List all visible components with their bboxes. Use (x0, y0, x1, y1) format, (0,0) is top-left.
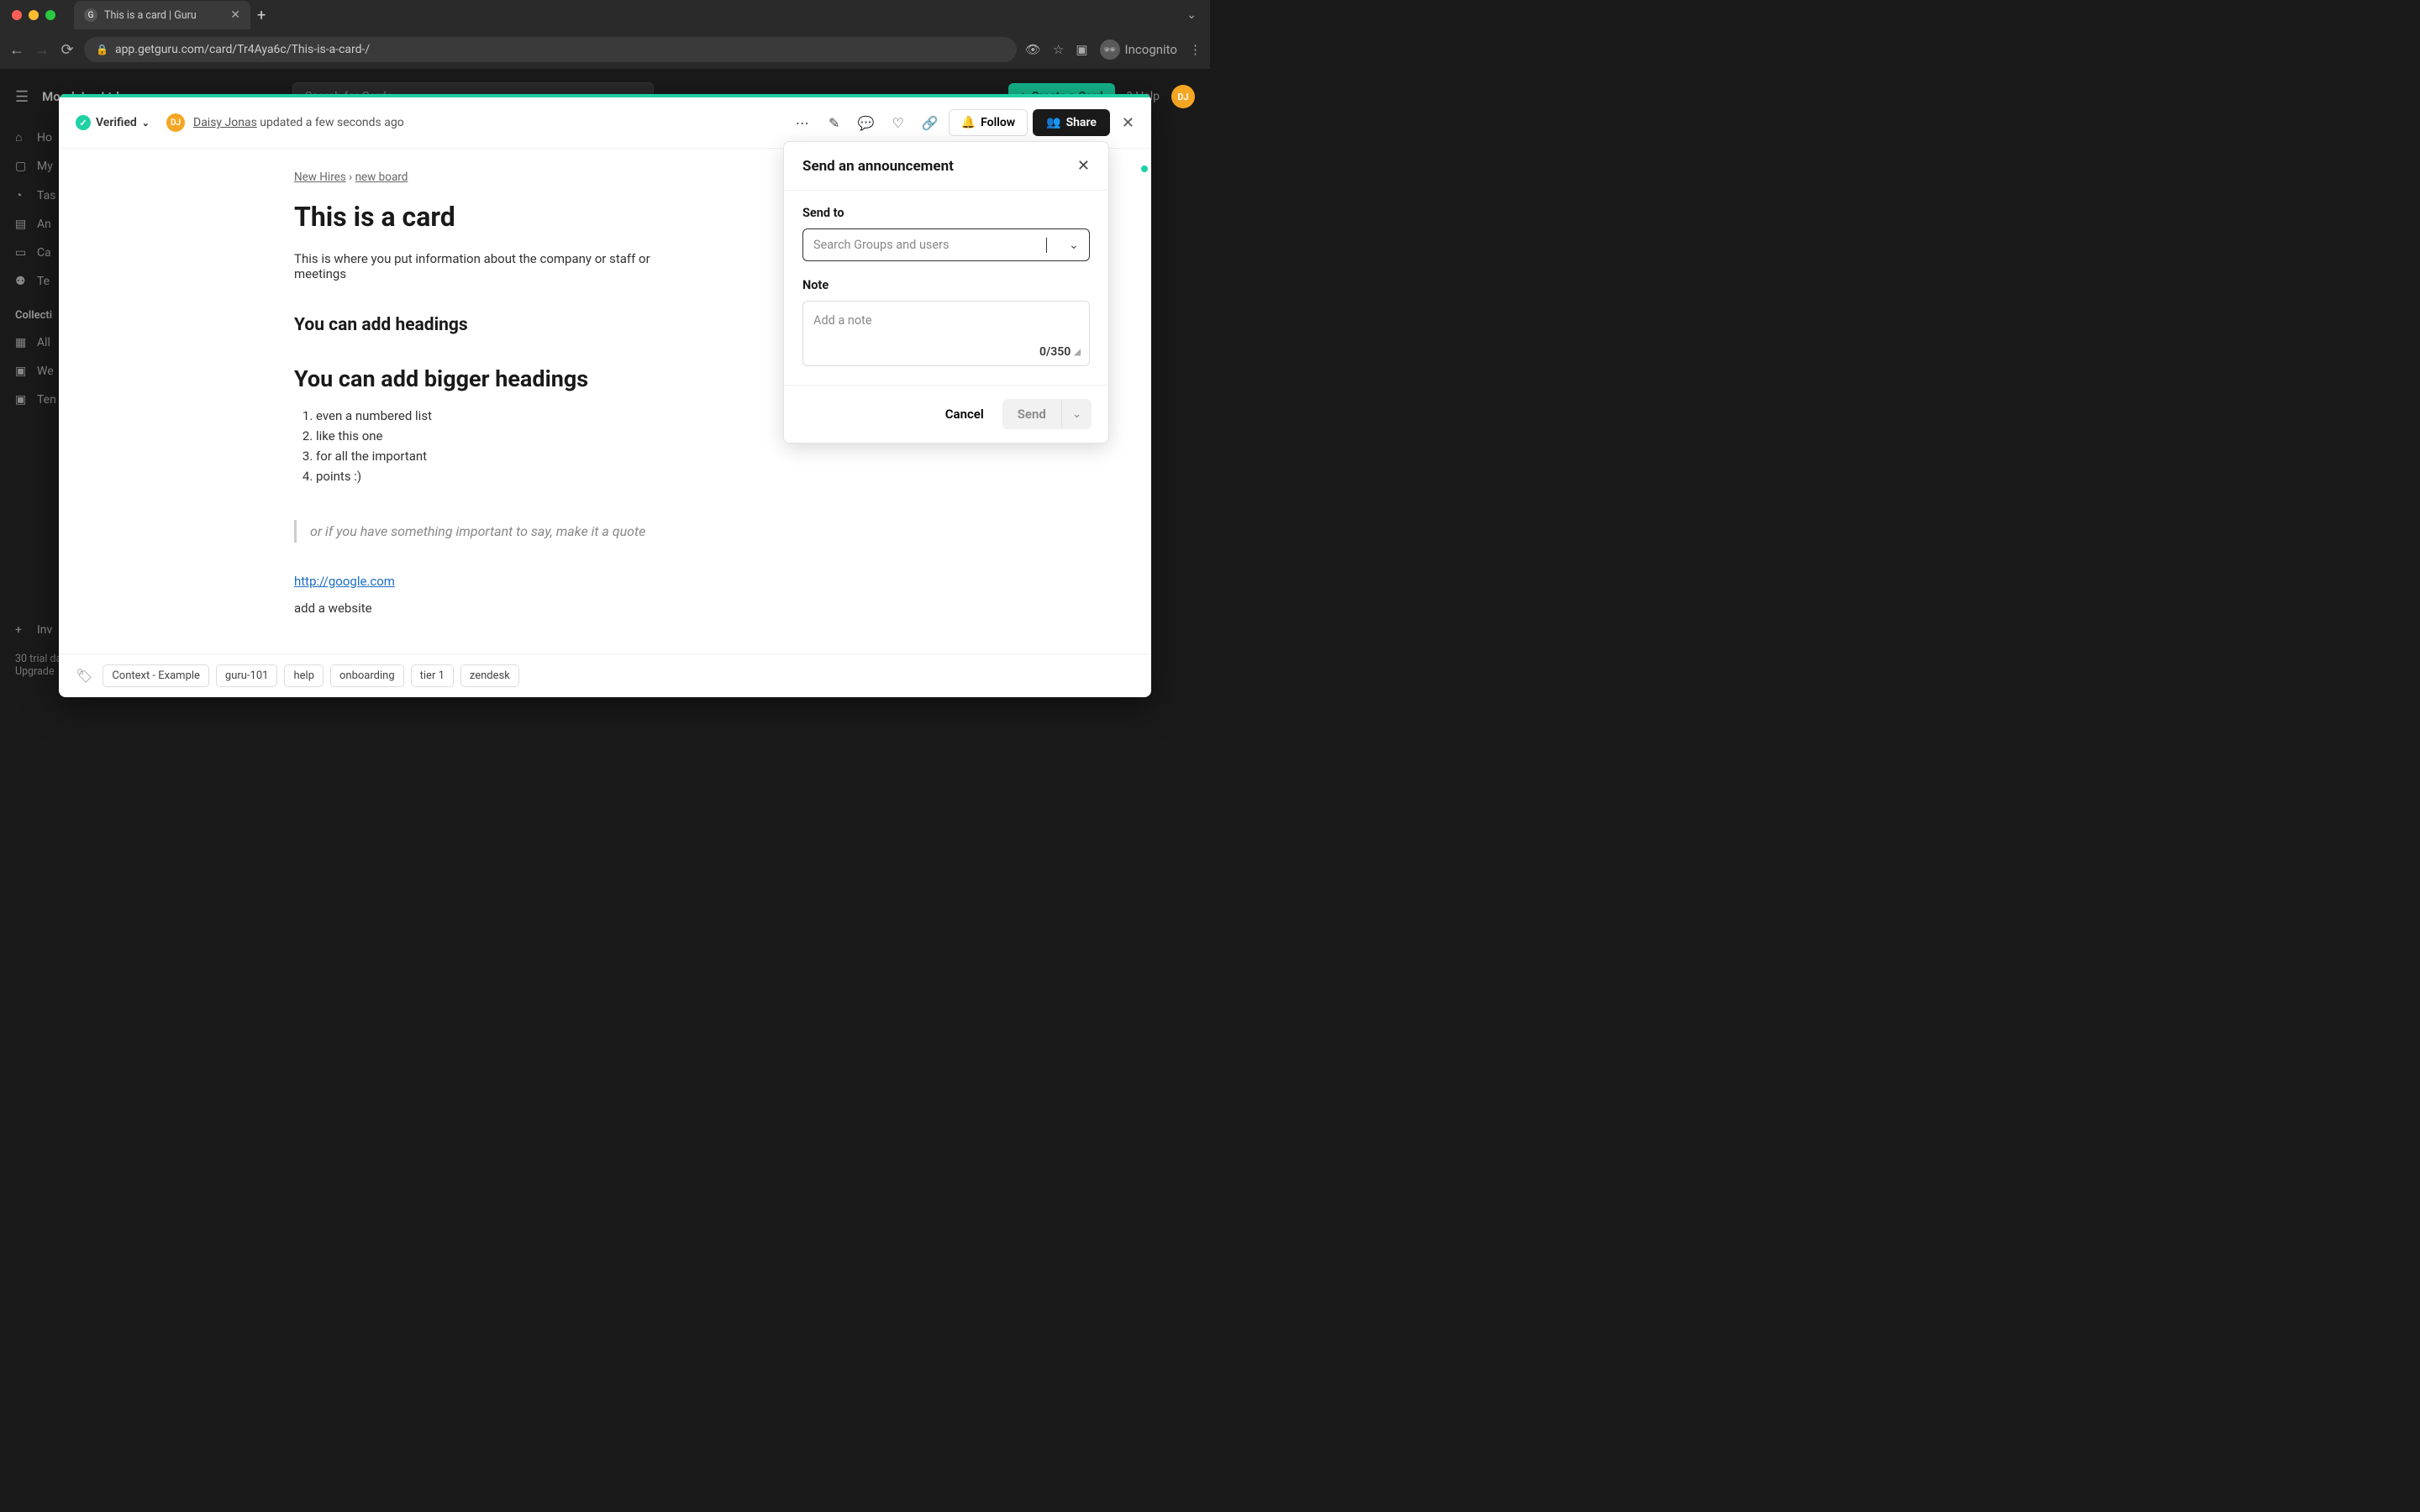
update-meta: Daisy Jonas updated a few seconds ago (193, 116, 404, 129)
card-title: This is a card (294, 201, 664, 233)
card-content: New Hires › new board This is a card Thi… (59, 149, 899, 649)
author-avatar[interactable]: DJ (166, 113, 185, 132)
send-dropdown-button[interactable]: ⌄ (1061, 399, 1092, 429)
card-footer: 🏷 Context - Example guru-101 help onboar… (59, 654, 1151, 697)
comment-icon[interactable]: 💬 (853, 109, 880, 136)
share-label: Share (1066, 116, 1097, 129)
verified-badge[interactable]: ✓ Verified ⌄ (76, 115, 150, 130)
guru-favicon-icon: G (84, 8, 97, 22)
external-link[interactable]: http://google.com (294, 574, 395, 589)
send-button[interactable]: Send (1002, 399, 1061, 429)
announcement-panel: Send an announcement ✕ Send to Search Gr… (783, 141, 1109, 444)
scroll-indicator (1141, 165, 1148, 172)
announcement-header: Send an announcement ✕ (784, 142, 1108, 191)
send-button-group: Send ⌄ (1002, 399, 1092, 429)
heading-2: You can add headings (294, 315, 664, 335)
note-placeholder: Add a note (813, 313, 872, 328)
quote-block: or if you have something important to sa… (294, 520, 664, 543)
tag-chip[interactable]: zendesk (460, 664, 519, 687)
link-icon[interactable]: 🔗 (917, 109, 944, 136)
edit-icon[interactable]: ✎ (821, 109, 848, 136)
announcement-body: Send to Search Groups and users ⌄ Note A… (784, 191, 1108, 385)
plain-text: add a website (294, 601, 664, 616)
forward-button: → (34, 41, 50, 59)
address-row: ← → ⟳ 🔒 app.getguru.com/card/Tr4Aya6c/Th… (0, 30, 1210, 69)
note-label: Note (802, 278, 1090, 292)
url-bar[interactable]: 🔒 app.getguru.com/card/Tr4Aya6c/This-is-… (84, 37, 1017, 62)
extension-icon[interactable]: ▣ (1076, 42, 1087, 57)
window-close-icon[interactable] (12, 10, 22, 20)
tag-icon: 🏷 (76, 668, 92, 684)
announcement-title: Send an announcement (802, 158, 954, 175)
tag-chip[interactable]: help (284, 664, 324, 687)
note-textarea[interactable]: Add a note 0/350 ◢ (802, 301, 1090, 366)
back-button[interactable]: ← (8, 41, 25, 59)
send-to-combobox[interactable]: Search Groups and users ⌄ (802, 228, 1090, 261)
card-description: This is where you put information about … (294, 251, 664, 281)
reload-button[interactable]: ⟳ (59, 41, 76, 59)
heart-icon[interactable]: ♡ (885, 109, 912, 136)
tab-title: This is a card | Guru (104, 9, 197, 22)
ordered-list: even a numbered list like this one for a… (294, 406, 664, 486)
cancel-button[interactable]: Cancel (935, 399, 994, 429)
announcement-footer: Cancel Send ⌄ (784, 385, 1108, 443)
list-item: points :) (316, 466, 664, 486)
incognito-label: Incognito (1125, 42, 1177, 57)
breadcrumb-link-2[interactable]: new board (355, 171, 408, 184)
bell-icon: 🔔 (961, 116, 976, 129)
modal-overlay: ✓ Verified ⌄ DJ Daisy Jonas updated a fe… (0, 74, 1210, 756)
browser-chrome: G This is a card | Guru ✕ + ⌄ ← → ⟳ 🔒 ap… (0, 0, 1210, 69)
header-actions: ⋯ ✎ 💬 ♡ 🔗 🔔 Follow 👥 Share ✕ (789, 109, 1134, 136)
tab-row: G This is a card | Guru ✕ + (67, 0, 272, 30)
chevron-down-icon[interactable]: ⌄ (1069, 238, 1079, 252)
eye-off-icon[interactable]: 👁 (1025, 42, 1041, 57)
browser-menu-icon[interactable]: ⋮ (1189, 42, 1202, 57)
incognito-icon: 🕶 (1100, 39, 1120, 60)
verified-label: Verified (96, 116, 137, 129)
follow-label: Follow (981, 116, 1015, 129)
breadcrumb-sep: › (349, 171, 352, 184)
new-tab-button[interactable]: + (257, 7, 266, 24)
heading-1: You can add bigger headings (294, 365, 664, 392)
window-controls (0, 0, 67, 30)
chevron-down-icon: ⌄ (142, 118, 150, 129)
browser-tab[interactable]: G This is a card | Guru ✕ (74, 1, 250, 29)
tag-chip[interactable]: tier 1 (411, 664, 454, 687)
tag-chip[interactable]: guru-101 (216, 664, 278, 687)
window-maximize-icon[interactable] (45, 10, 55, 20)
close-modal-icon[interactable]: ✕ (1122, 114, 1134, 132)
announcement-close-icon[interactable]: ✕ (1077, 157, 1090, 175)
list-item: even a numbered list (316, 406, 664, 426)
window-minimize-icon[interactable] (29, 10, 39, 20)
send-to-label: Send to (802, 206, 1090, 220)
browser-action-icons: 👁 ☆ ▣ 🕶 Incognito ⋮ (1025, 39, 1202, 60)
more-icon[interactable]: ⋯ (789, 109, 816, 136)
breadcrumb-link-1[interactable]: New Hires (294, 171, 346, 184)
author-name-link[interactable]: Daisy Jonas (193, 116, 257, 129)
url-text: app.getguru.com/card/Tr4Aya6c/This-is-a-… (115, 43, 370, 56)
share-button[interactable]: 👥 Share (1033, 109, 1110, 136)
resize-handle-icon[interactable]: ◢ (1074, 348, 1081, 357)
bookmark-icon[interactable]: ☆ (1053, 42, 1064, 57)
text-cursor (1046, 238, 1047, 253)
lock-icon: 🔒 (96, 44, 108, 55)
list-item: like this one (316, 426, 664, 446)
follow-button[interactable]: 🔔 Follow (949, 109, 1028, 136)
check-icon: ✓ (76, 115, 91, 130)
incognito-badge[interactable]: 🕶 Incognito (1100, 39, 1177, 60)
send-to-placeholder: Search Groups and users (813, 238, 950, 252)
tab-close-icon[interactable]: ✕ (230, 8, 240, 22)
card-modal: ✓ Verified ⌄ DJ Daisy Jonas updated a fe… (59, 94, 1151, 697)
list-item: for all the important (316, 446, 664, 466)
char-count: 0/350 ◢ (1039, 345, 1081, 359)
share-icon: 👥 (1046, 116, 1060, 129)
tab-dropdown-icon[interactable]: ⌄ (1186, 8, 1210, 22)
breadcrumbs: New Hires › new board (294, 171, 664, 184)
update-text: updated a few seconds ago (260, 116, 403, 129)
tag-chip[interactable]: Context - Example (103, 664, 209, 687)
tag-chip[interactable]: onboarding (330, 664, 404, 687)
